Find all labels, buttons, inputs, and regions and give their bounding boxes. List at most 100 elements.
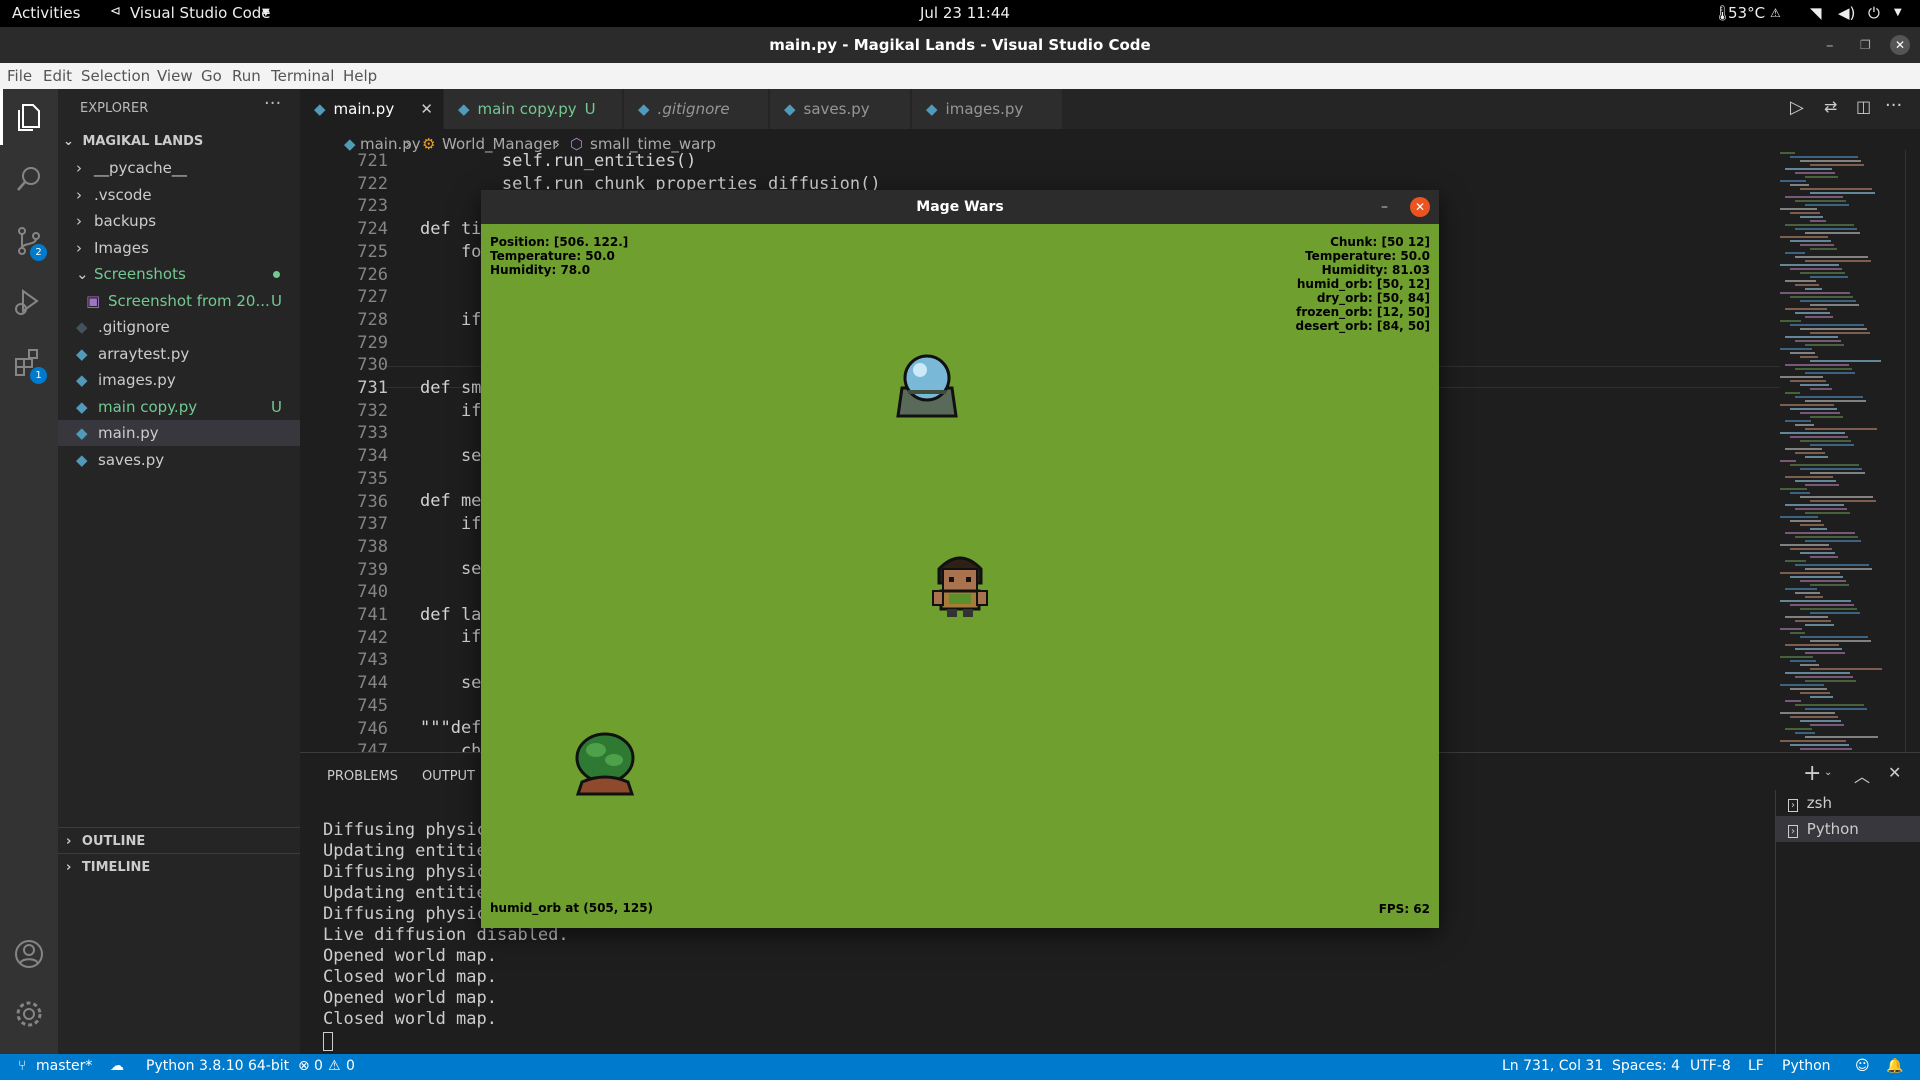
feedback-icon[interactable]: ☺ [1855,1058,1870,1074]
editor-tab[interactable]: ◆ .gitignore [624,89,768,129]
file-tree-item-label: Screenshot from 20... [108,291,270,310]
line-ending[interactable]: LF [1748,1058,1764,1074]
file-tree-item[interactable]: ◆ main copy.py U [58,394,300,420]
menu-run[interactable]: Run [232,67,261,85]
game-window[interactable]: Mage Wars – ✕ Position: [506. 122.] Temp… [481,190,1439,928]
file-tree-item[interactable]: ◆ .gitignore [58,314,300,340]
chevron-down-icon: ▼ [262,7,270,18]
tab-problems[interactable]: PROBLEMS [327,769,398,784]
tab-output[interactable]: OUTPUT [422,769,475,784]
minimap-line [1780,712,1835,714]
system-menu-chevron-icon[interactable]: ▼ [1894,7,1902,18]
project-root[interactable]: ⌄ MAGIKAL LANDS [58,129,300,155]
menu-terminal[interactable]: Terminal [271,67,334,85]
humid-orb-sprite[interactable] [894,350,960,418]
minimap-line [1805,232,1860,234]
minimap-line [1795,172,1835,174]
line-number: 732 [357,400,388,421]
line-number: 742 [357,627,388,648]
wifi-icon[interactable]: ◥ [1810,4,1822,22]
file-tree-item[interactable]: ◆ images.py [58,367,300,393]
file-tree-item[interactable]: › __pycache__ [58,155,300,181]
file-tree-item[interactable]: › Images [58,235,300,261]
split-editor-icon[interactable]: ◫ [1856,97,1871,116]
sync-icon[interactable]: ☁ [110,1058,124,1074]
maximize-icon[interactable]: ❐ [1860,27,1871,63]
activity-bar: 2 1 [0,89,58,1054]
minimap-line [1785,700,1801,702]
minimap-line [1810,416,1843,418]
more-actions-icon[interactable]: ··· [264,93,281,114]
minimap-line [1805,484,1839,486]
editor-tab[interactable]: ◆ images.py [912,89,1062,129]
notifications-bell-icon[interactable]: 🔔 [1886,1058,1903,1074]
run-file-icon[interactable]: ▷ [1790,97,1804,118]
editor-scrollbar[interactable] [1905,150,1920,752]
run-debug-icon[interactable] [13,287,43,317]
editor-tab[interactable]: ◆ main copy.py U [444,89,622,129]
file-tree-item[interactable]: › backups [58,208,300,234]
minimize-icon[interactable]: – [1826,27,1834,63]
cursor-position[interactable]: Ln 731, Col 31 [1502,1058,1603,1074]
git-branch[interactable]: master* [36,1058,92,1074]
minimap-line [1805,316,1833,318]
editor-more-icon[interactable]: ··· [1885,95,1902,116]
files-icon[interactable] [15,103,43,133]
file-tree-item-label: .gitignore [98,318,170,336]
activities-button[interactable]: Activities [12,4,80,22]
menu-file[interactable]: File [7,67,32,85]
outline-section[interactable]: › OUTLINE [58,829,300,855]
menu-edit[interactable]: Edit [43,67,72,85]
close-tab-icon[interactable]: ✕ [420,89,433,129]
image-file-icon: ▣ [86,291,101,310]
new-terminal-icon[interactable]: + [1803,761,1821,786]
player-mage-sprite[interactable] [927,547,993,619]
minimap-line [1780,208,1817,210]
indentation[interactable]: Spaces: 4 [1612,1058,1680,1074]
minimap[interactable] [1780,150,1905,750]
menu-selection[interactable]: Selection [81,67,150,85]
file-tree-item[interactable]: ◆ main.py [58,420,300,446]
temperature-indicator[interactable]: 53°C [1728,4,1765,22]
warning-count[interactable]: 0 [346,1058,355,1074]
minimap-line [1800,468,1862,470]
minimap-line [1785,728,1812,730]
game-close-icon[interactable]: ✕ [1410,197,1430,217]
open-changes-icon[interactable]: ⇄ [1824,97,1837,116]
menu-help[interactable]: Help [343,67,377,85]
app-menu[interactable]: Visual Studio Code [130,4,271,22]
python-interpreter[interactable]: Python 3.8.10 64-bit [146,1058,289,1074]
game-minimize-icon[interactable]: – [1381,190,1388,224]
account-icon[interactable] [14,939,44,969]
maximize-panel-icon[interactable]: ︿ [1854,763,1870,787]
encoding[interactable]: UTF-8 [1690,1058,1731,1074]
hud-fps: FPS: 62 [1378,902,1430,916]
menu-view[interactable]: View [157,67,193,85]
file-tree-item[interactable]: ◆ arraytest.py [58,341,300,367]
volume-icon[interactable]: ◀) [1838,4,1855,22]
file-tree-item[interactable]: › .vscode [58,182,300,208]
terminal-dropdown-icon[interactable]: ⌄ [1824,767,1832,778]
search-icon[interactable] [15,165,43,193]
minimap-line [1795,368,1852,370]
terminal-list: › zsh › Python [1775,790,1920,1054]
clock[interactable]: Jul 23 11:44 [920,4,1010,22]
file-tree-item[interactable]: ◆ saves.py [58,447,300,473]
timeline-section[interactable]: › TIMELINE [58,855,300,881]
problem-count[interactable]: 0 [314,1058,323,1074]
close-panel-icon[interactable]: ✕ [1888,763,1901,782]
editor-tab[interactable]: ◆ main.py ✕ [300,89,443,129]
gnome-top-bar: Activities ⊲ Visual Studio Code ▼ Jul 23… [0,0,1920,27]
language-mode[interactable]: Python [1782,1058,1831,1074]
terminal-item-python[interactable]: › Python [1776,816,1920,842]
file-tree-item[interactable]: ▣ Screenshot from 20... U [58,288,300,314]
editor-tab[interactable]: ◆ saves.py [770,89,910,129]
close-window-icon[interactable]: ✕ [1890,35,1910,55]
settings-gear-icon[interactable] [14,999,44,1029]
menu-go[interactable]: Go [201,67,222,85]
file-tree-item[interactable]: ⌄ Screenshots [58,261,300,287]
minimap-line [1795,508,1847,510]
terminal-item-zsh[interactable]: › zsh [1776,790,1920,816]
minimap-line [1800,440,1851,442]
power-icon[interactable]: ⏻ [1868,4,1880,22]
